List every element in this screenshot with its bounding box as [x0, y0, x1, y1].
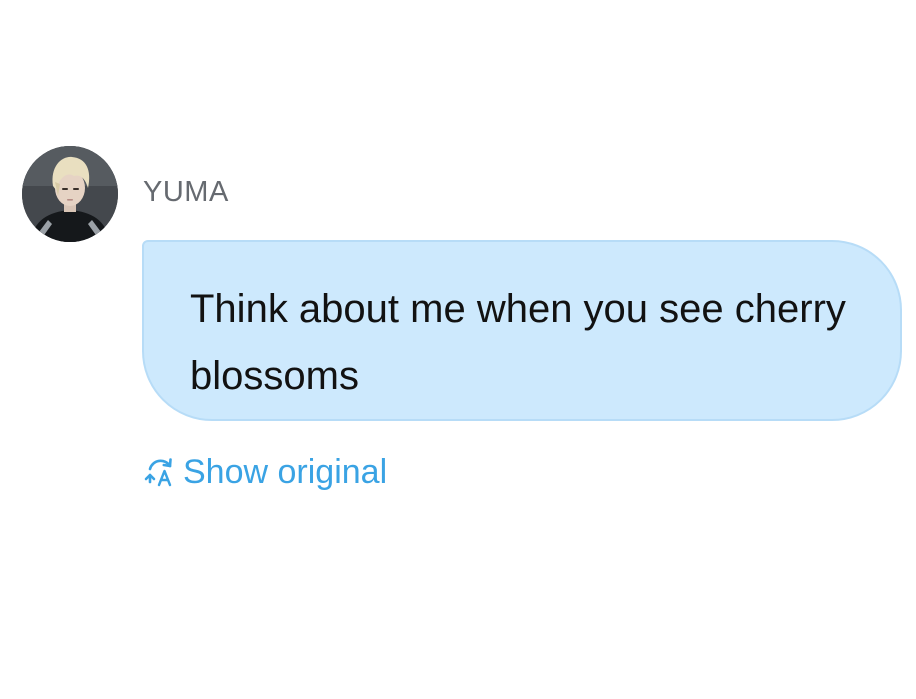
show-original-label: Show original [183, 453, 388, 491]
translate-refresh-icon [143, 455, 177, 489]
message-text: Think about me when you see cherry bloss… [190, 287, 846, 398]
avatar-photo [22, 146, 118, 242]
show-original-button[interactable]: Show original [143, 450, 387, 494]
message-bubble[interactable]: Think about me when you see cherry bloss… [142, 240, 902, 421]
avatar[interactable] [22, 146, 118, 242]
chat-message: YUMA Think about me when you see cherry … [0, 0, 916, 699]
sender-name: YUMA [143, 176, 229, 208]
